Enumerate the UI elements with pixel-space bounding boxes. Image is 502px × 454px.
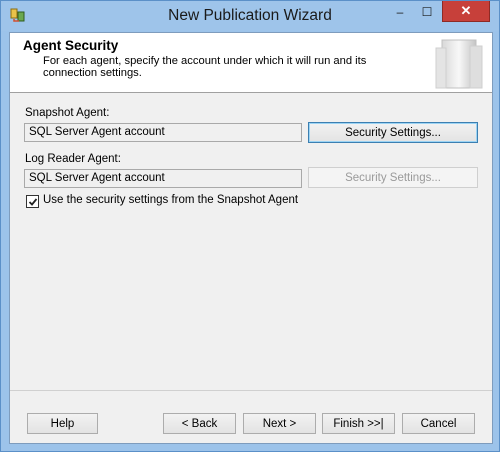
log-reader-security-settings-button[interactable]: Security Settings...: [308, 167, 478, 188]
log-reader-agent-label: Log Reader Agent:: [25, 153, 121, 165]
page-title: Agent Security: [23, 38, 119, 53]
finish-button[interactable]: Finish >>|: [322, 413, 395, 434]
checkmark-icon: [28, 197, 37, 206]
help-button[interactable]: Help: [27, 413, 98, 434]
next-button[interactable]: Next >: [243, 413, 316, 434]
wizard-page: Agent Security For each agent, specify t…: [9, 32, 493, 444]
maximize-button[interactable]: ☐: [414, 1, 440, 22]
page-header: Agent Security For each agent, specify t…: [10, 33, 492, 93]
page-description: For each agent, specify the account unde…: [43, 55, 367, 79]
footer-divider: [10, 390, 492, 391]
wizard-window: New Publication Wizard – ☐ ✕ Agent Secur…: [0, 0, 500, 452]
use-snapshot-settings-label: Use the security settings from the Snaps…: [43, 194, 299, 206]
snapshot-agent-account-field: SQL Server Agent account: [24, 123, 302, 142]
cancel-button[interactable]: Cancel: [402, 413, 475, 434]
snapshot-agent-label: Snapshot Agent:: [25, 107, 110, 119]
snapshot-security-settings-button[interactable]: Security Settings...: [308, 122, 478, 143]
title-bar[interactable]: New Publication Wizard – ☐ ✕: [1, 1, 499, 31]
use-snapshot-settings-checkbox[interactable]: [26, 195, 39, 208]
log-reader-agent-account-field: SQL Server Agent account: [24, 169, 302, 188]
close-button[interactable]: ✕: [442, 1, 490, 22]
server-icon: [435, 39, 483, 89]
back-button[interactable]: < Back: [163, 413, 236, 434]
minimize-button[interactable]: –: [387, 1, 413, 22]
